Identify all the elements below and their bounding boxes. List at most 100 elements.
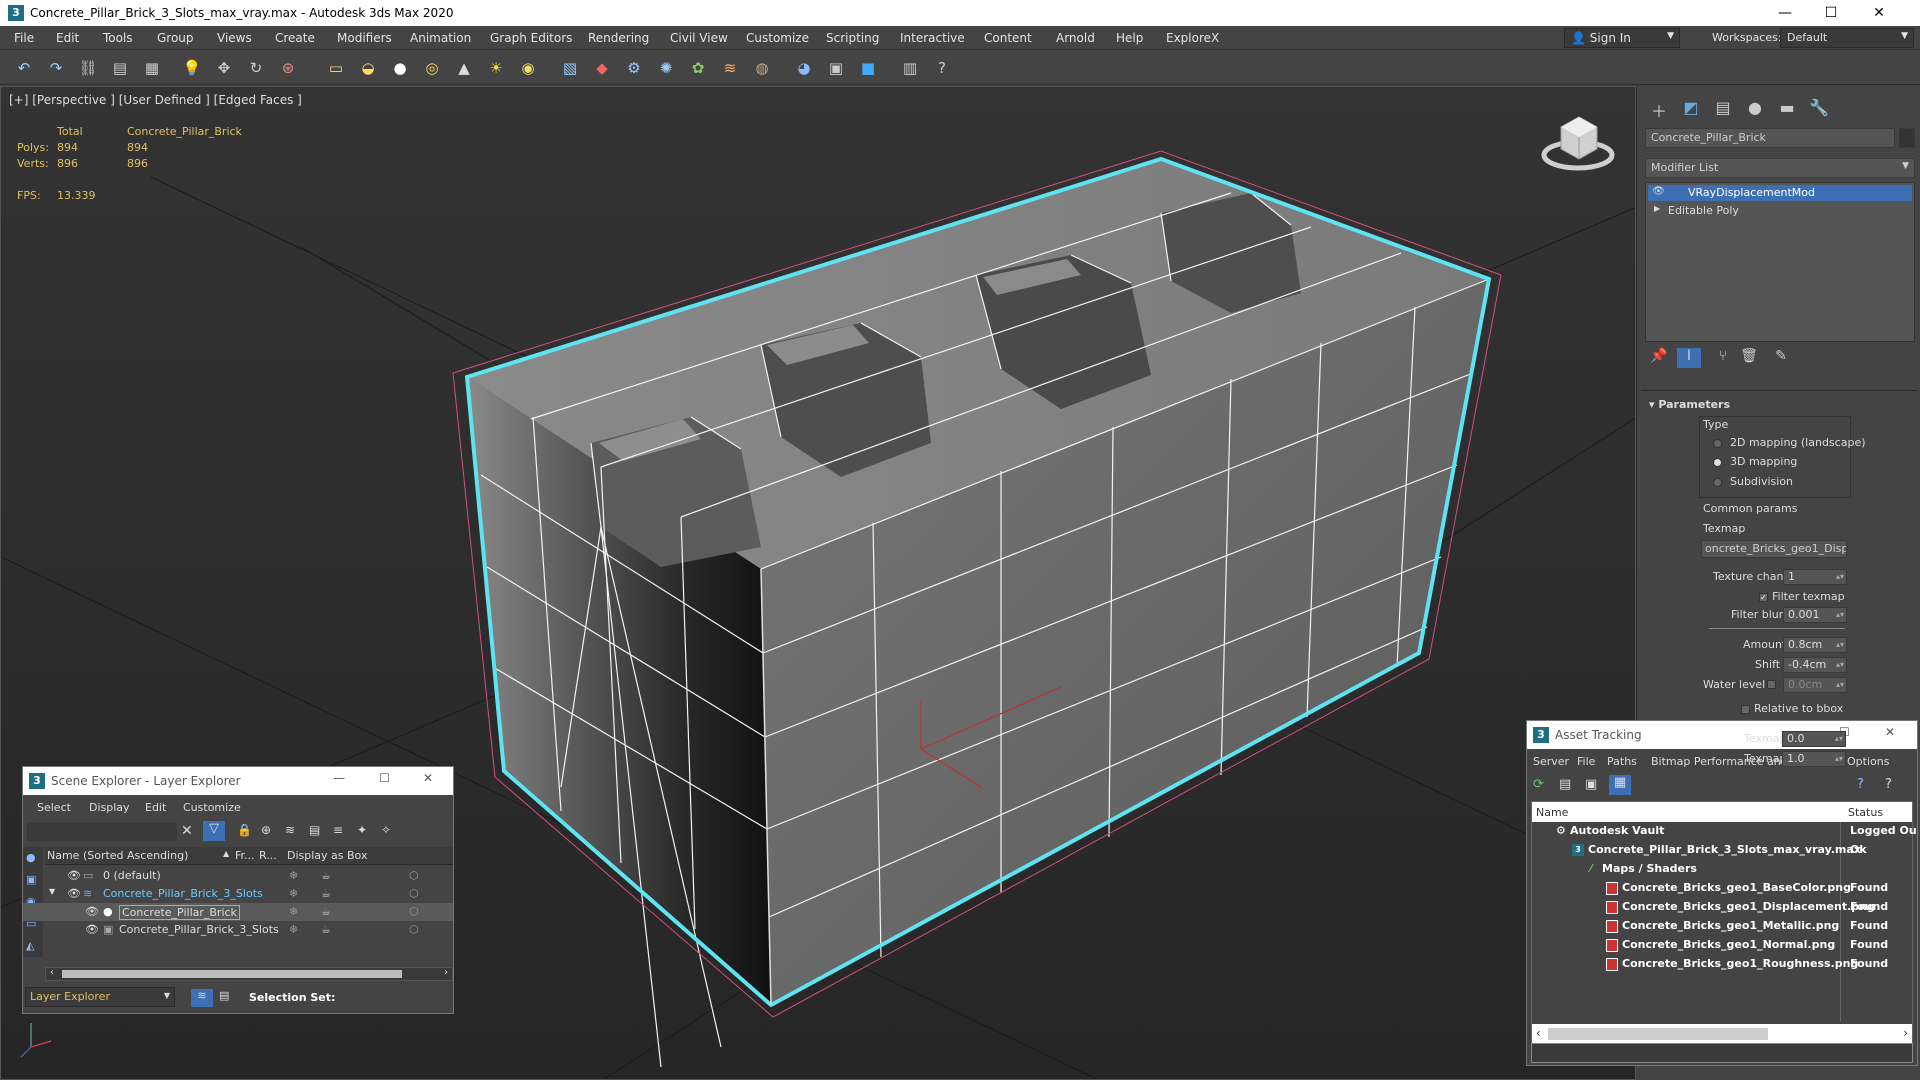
table-row[interactable]: Concrete_Bricks_geo1_Displacement.png Fo… <box>1536 900 1918 919</box>
filter-icon[interactable]: ▽ <box>203 821 225 841</box>
scene-menu-customize[interactable]: Customize <box>183 801 241 814</box>
type-option-3d-mapping[interactable]: 3D mapping <box>1713 455 1797 468</box>
table-row[interactable]: Concrete_Bricks_geo1_Roughness.png Found <box>1536 957 1918 976</box>
minimize-icon[interactable]: — <box>1762 0 1808 26</box>
layers-icon[interactable]: ≋ <box>285 823 295 837</box>
layout-icon[interactable]: ▥ <box>898 57 922 79</box>
table-row[interactable]: ⁄ Maps / Shaders <box>1536 862 1918 881</box>
expand-arrow-icon[interactable]: ▶ <box>1654 204 1660 213</box>
select-link-icon[interactable]: ⛓ <box>76 57 100 79</box>
helper-filter-icon[interactable]: ◭ <box>26 939 34 952</box>
help-icon[interactable]: ? <box>1857 777 1864 792</box>
render-frame-icon[interactable]: ▣ <box>824 57 848 79</box>
scene-explorer-titlebar[interactable]: 3 Scene Explorer - Layer Explorer — ☐ ✕ <box>23 767 453 795</box>
horizontal-scrollbar[interactable]: ‹ › <box>1532 1024 1912 1044</box>
asset-path-field[interactable] <box>1531 1043 1913 1063</box>
scale-icon[interactable]: ⊛ <box>276 57 300 79</box>
freeze-icon[interactable]: ❄ <box>289 887 298 900</box>
teapot-icon[interactable]: ☕ <box>321 923 331 936</box>
table-row[interactable]: 👁 ▣ Concrete_Pillar_Brick_3_Slots ❄ ☕ ⬡ <box>23 921 453 939</box>
create-tab-icon[interactable]: ＋ <box>1647 98 1671 121</box>
amount-spinner[interactable]: 0.8cm <box>1783 637 1847 653</box>
menu-tools[interactable]: Tools <box>103 31 133 45</box>
teapot-icon[interactable]: ☕ <box>321 905 331 918</box>
water-level-spinner[interactable]: 0.0cm <box>1783 677 1847 693</box>
menu-customize[interactable]: Customize <box>746 31 809 45</box>
table-row[interactable]: ⚙ Autodesk Vault Logged Ou <box>1536 824 1918 843</box>
select-children-icon[interactable]: ✧ <box>381 823 391 837</box>
make-unique-icon[interactable]: ⑂ <box>1711 348 1735 368</box>
configure-sets-icon[interactable]: ✎ <box>1769 348 1793 368</box>
column-render[interactable]: R... <box>259 849 277 862</box>
help-icon[interactable]: ? <box>930 57 954 79</box>
menu-animation[interactable]: Animation <box>410 31 471 45</box>
water-level-checkbox[interactable] <box>1767 680 1776 689</box>
thumbnail-view-icon[interactable]: ▣ <box>1585 777 1597 792</box>
lock-icon[interactable]: 🔒 <box>237 823 252 837</box>
type-option-2d-mapping[interactable]: 2D mapping (landscape) <box>1713 436 1866 449</box>
menu-group[interactable]: Group <box>157 31 194 45</box>
table-row[interactable]: 3 Concrete_Pillar_Brick_3_Slots_max_vray… <box>1536 843 1918 862</box>
teapot-icon[interactable]: ☕ <box>321 869 331 882</box>
menu-help[interactable]: Help <box>1116 31 1143 45</box>
hierarchy-tab-icon[interactable]: ▤ <box>1711 98 1735 118</box>
clear-search-icon[interactable]: ✕ <box>181 823 193 839</box>
shift-spinner[interactable]: -0.4cm <box>1783 657 1847 673</box>
type-option-subdivision[interactable]: Subdivision <box>1713 475 1793 488</box>
minimize-icon[interactable]: — <box>333 771 345 785</box>
relative-bbox-checkbox[interactable]: Relative to bbox <box>1741 702 1843 715</box>
menu-graph-editors[interactable]: Graph Editors <box>490 31 572 45</box>
render-icon[interactable]: ◍ <box>750 57 774 79</box>
scroll-left-icon[interactable]: ‹ <box>50 967 54 978</box>
scene-menu-select[interactable]: Select <box>37 801 71 814</box>
table-row[interactable]: 👁 ● Concrete_Pillar_Brick ❄ ☕ ⬡ <box>23 903 453 921</box>
refresh-icon[interactable]: ⟳ <box>1533 777 1544 792</box>
stack-icon[interactable]: ≡ <box>333 823 343 837</box>
redo-icon[interactable]: ↷ <box>44 57 68 79</box>
cone-icon[interactable]: ◒ <box>356 57 380 79</box>
menu-interactive[interactable]: Interactive <box>900 31 965 45</box>
scrollbar-thumb[interactable] <box>1548 1028 1768 1040</box>
table-row[interactable]: ▼ 👁 ≋ Concrete_Pillar_Brick_3_Slots ❄ ☕ … <box>23 885 453 903</box>
freeze-icon[interactable]: ❄ <box>289 905 298 918</box>
table-view-icon[interactable]: ▦ <box>1609 775 1631 795</box>
asset-menu-options[interactable]: Options <box>1847 755 1889 768</box>
bind-spacewarp-icon[interactable]: ▦ <box>140 57 164 79</box>
eye-icon[interactable]: 👁 <box>85 905 99 918</box>
settings-icon[interactable]: ✺ <box>654 57 678 79</box>
light-icon[interactable]: 💡 <box>180 57 204 79</box>
torus-icon[interactable]: ◎ <box>420 57 444 79</box>
grid-icon[interactable]: ▧ <box>558 57 582 79</box>
close-icon[interactable]: ✕ <box>1885 725 1895 739</box>
workspaces-dropdown[interactable]: Default ▼ <box>1780 28 1914 48</box>
expand-arrow-icon[interactable]: ▼ <box>49 887 55 896</box>
maximize-icon[interactable]: ☐ <box>379 771 390 785</box>
menu-file[interactable]: File <box>14 31 34 45</box>
column-name[interactable]: Name <box>1536 806 1568 819</box>
show-end-result-icon[interactable]: I <box>1677 348 1701 368</box>
undo-icon[interactable]: ↶ <box>12 57 36 79</box>
scene-search-input[interactable] <box>27 823 177 841</box>
filter-texmap-checkbox[interactable]: ✓ Filter texmap <box>1759 590 1845 603</box>
eye-icon[interactable]: 👁 <box>67 869 81 882</box>
scroll-left-icon[interactable]: ‹ <box>1536 1026 1541 1040</box>
object-name-field[interactable]: Concrete_Pillar_Brick <box>1645 128 1895 148</box>
pyramid-icon[interactable]: ▲ <box>452 57 476 79</box>
table-row[interactable]: Concrete_Bricks_geo1_Normal.png Found <box>1536 938 1918 957</box>
motion-tab-icon[interactable]: ● <box>1743 98 1767 118</box>
column-status[interactable]: Status <box>1848 806 1883 819</box>
close-icon[interactable]: ✕ <box>423 771 433 785</box>
menu-scripting[interactable]: Scripting <box>826 31 879 45</box>
box-icon[interactable]: ⬡ <box>409 887 419 900</box>
texture-chan-spinner[interactable]: 1 <box>1783 569 1847 585</box>
viewport-label[interactable]: [+] [Perspective ] [User Defined ] [Edge… <box>9 93 302 107</box>
sign-in-dropdown[interactable]: 👤 Sign In ▼ <box>1564 28 1680 48</box>
teapot-icon[interactable]: ■ <box>856 57 880 79</box>
unlink-icon[interactable]: ▤ <box>108 57 132 79</box>
maximize-icon[interactable]: ☐ <box>1808 0 1854 26</box>
menu-create[interactable]: Create <box>275 31 315 45</box>
box-icon[interactable]: ⬡ <box>409 923 419 936</box>
modify-tab-icon[interactable]: ◩ <box>1679 98 1703 118</box>
rotate-icon[interactable]: ↻ <box>244 57 268 79</box>
eye-icon[interactable]: 👁 <box>1652 186 1665 197</box>
